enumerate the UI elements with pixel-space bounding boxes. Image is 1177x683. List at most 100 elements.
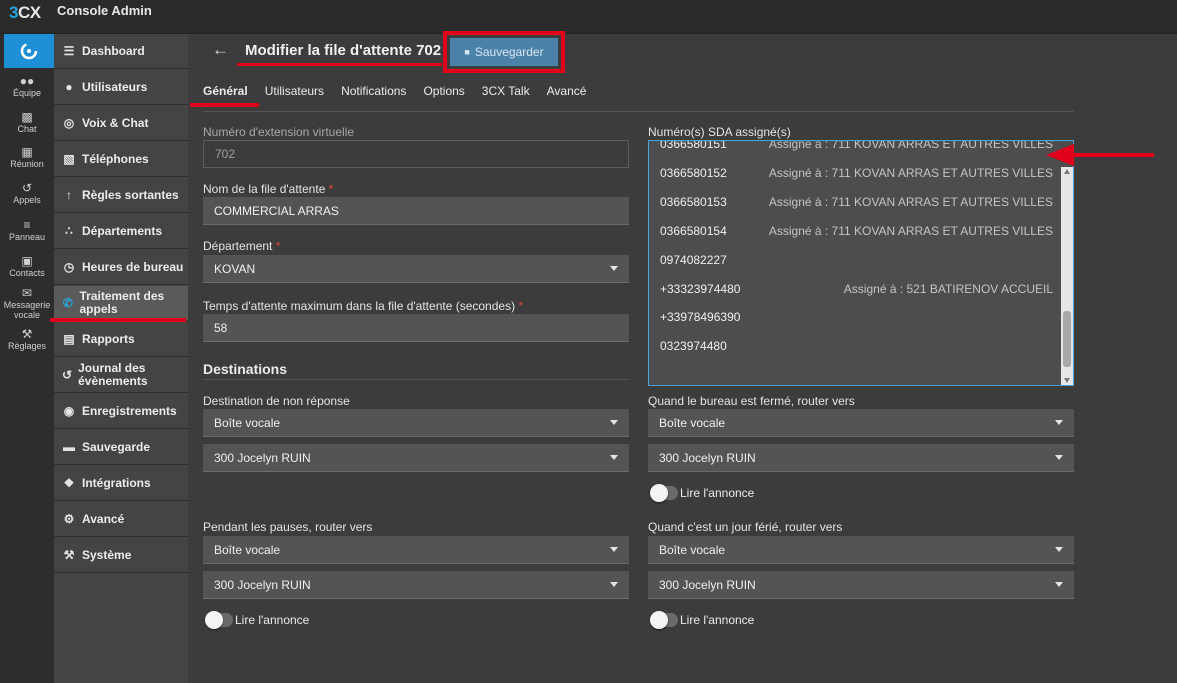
archive-icon: ▬ (63, 440, 75, 454)
department-label: Département * (203, 239, 281, 253)
phones-icon: ▧ (63, 152, 75, 166)
icon-rail: ●● Équipe ▩ Chat ▦ Réunion ↺ Appels ≡ Panneau… (0, 34, 54, 683)
panel-icon: ≡ (23, 218, 31, 232)
destinations-divider (203, 379, 629, 380)
dropdown-caret-icon (610, 455, 618, 460)
breaks-target-select[interactable]: 300 Jocelyn RUIN (203, 571, 629, 599)
rail-item-settings[interactable]: ⚒ Réglages (0, 327, 54, 351)
nav-item-office-hours[interactable]: ◷ Heures de bureau (54, 250, 188, 285)
closed-target-select[interactable]: 300 Jocelyn RUIN (648, 444, 1074, 472)
rail-item-contacts[interactable]: ▣ Contacts (0, 254, 54, 278)
tab-notifications[interactable]: Notifications (341, 84, 406, 104)
nav-item-voice-chat[interactable]: ◎ Voix & Chat (54, 106, 188, 141)
3cx-swirl-icon (20, 42, 38, 60)
queue-name-input[interactable]: COMMERCIAL ARRAS (203, 197, 629, 225)
holiday-type-select[interactable]: Boîte vocale (648, 536, 1074, 564)
chat-icon: ▩ (21, 110, 33, 124)
annotation-underline-title (237, 63, 442, 66)
department-select[interactable]: KOVAN (203, 255, 629, 283)
rail-item-panel[interactable]: ≡ Panneau (0, 218, 54, 242)
nav-item-recordings[interactable]: ◉ Enregistrements (54, 394, 188, 429)
history-icon: ↺ (21, 181, 33, 195)
tab-users[interactable]: Utilisateurs (265, 84, 324, 104)
breaks-type-select[interactable]: Boîte vocale (203, 536, 629, 564)
dropdown-caret-icon (610, 582, 618, 587)
admin-nav: ☰ Dashboard ● Utilisateurs ◎ Voix & Chat ▧ T… (54, 34, 188, 683)
dropdown-caret-icon (1055, 455, 1063, 460)
dashboard-icon: ☰ (63, 44, 75, 58)
breaks-announce-label: Lire l'annonce (235, 613, 310, 627)
meeting-icon: ▦ (21, 145, 33, 159)
sda-list[interactable]: 0366580151 Assigné à : 711 KOVAN ARRAS ET… (648, 140, 1074, 386)
closed-label: Quand le bureau est fermé, router vers (648, 394, 855, 408)
voicemail-icon: ✉ (21, 286, 33, 300)
nav-item-backup[interactable]: ▬ Sauvegarde (54, 430, 188, 465)
sda-scrollbar[interactable] (1061, 167, 1073, 385)
tab-bar: Général Utilisateurs Notifications Optio… (203, 84, 603, 104)
sda-label: Numéro(s) SDA assigné(s) (648, 125, 791, 139)
wrench-icon: ⚒ (21, 327, 33, 341)
annotation-underline-nav (50, 318, 186, 322)
sda-row[interactable]: 0366580153 Assigné à : 711 KOVAN ARRAS ET… (649, 187, 1059, 216)
main-content: ← Modifier la file d'attente 702 ■ Sauveg… (188, 31, 1177, 683)
breaks-announce-toggle[interactable] (205, 611, 233, 629)
clock-icon: ◷ (63, 260, 75, 274)
closed-announce-toggle[interactable] (650, 484, 678, 502)
back-arrow-icon[interactable]: ← (212, 40, 229, 60)
max-wait-input[interactable]: 58 (203, 314, 629, 342)
holiday-target-select[interactable]: 300 Jocelyn RUIN (648, 571, 1074, 599)
nav-item-event-log[interactable]: ↺ Journal des évènements (54, 358, 188, 393)
nav-item-users[interactable]: ● Utilisateurs (54, 70, 188, 105)
tab-general[interactable]: Général (203, 84, 248, 104)
nav-item-reports[interactable]: ▤ Rapports (54, 322, 188, 357)
tab-advanced[interactable]: Avancé (547, 84, 587, 104)
3cx-logo[interactable]: 3CX (9, 3, 41, 23)
virtual-ext-label: Numéro d'extension virtuelle (203, 125, 355, 139)
scroll-thumb[interactable] (1063, 311, 1071, 367)
tab-3cx-talk[interactable]: 3CX Talk (482, 84, 530, 104)
sda-row[interactable]: 0974082227 (649, 245, 1059, 274)
max-wait-label: Temps d'attente maximum dans la file d'a… (203, 299, 524, 313)
scroll-down-icon[interactable] (1064, 378, 1070, 383)
save-button[interactable]: ■ Sauvegarder (450, 38, 558, 66)
phone-icon: ✆ (62, 296, 73, 310)
sda-row[interactable]: 0366580151 Assigné à : 711 KOVAN ARRAS ET… (649, 141, 1059, 158)
nav-item-departments[interactable]: ∴ Départements (54, 214, 188, 249)
closed-type-select[interactable]: Boîte vocale (648, 409, 1074, 437)
team-icon: ●● (19, 74, 35, 88)
globe-icon: ◎ (63, 116, 75, 130)
nav-item-integrations[interactable]: ❖ Intégrations (54, 466, 188, 501)
arrow-up-icon: ↑ (66, 188, 72, 202)
sda-row[interactable]: +33978496390 (649, 302, 1059, 331)
dropdown-caret-icon (610, 266, 618, 271)
nav-item-advanced[interactable]: ⚙ Avancé (54, 502, 188, 537)
nav-item-dashboard[interactable]: ☰ Dashboard (54, 34, 188, 69)
nav-item-call-handling[interactable]: ✆ Traitement des appels (54, 286, 188, 321)
departments-icon: ∴ (65, 224, 73, 238)
rail-item-meeting[interactable]: ▦ Réunion (0, 145, 54, 169)
sda-row[interactable]: 0323974480 (649, 331, 1059, 360)
rail-item-chat[interactable]: ▩ Chat (0, 110, 54, 134)
rail-home-button[interactable] (4, 34, 54, 68)
dropdown-caret-icon (1055, 582, 1063, 587)
tab-options[interactable]: Options (423, 84, 464, 104)
reports-icon: ▤ (63, 332, 75, 346)
sda-row[interactable]: 0366580152 Assigné à : 711 KOVAN ARRAS ET… (649, 158, 1059, 187)
sda-row[interactable]: 0366580154 Assigné à : 711 KOVAN ARRAS ET… (649, 216, 1059, 245)
dropdown-caret-icon (1055, 420, 1063, 425)
rail-item-calls[interactable]: ↺ Appels (0, 181, 54, 205)
rail-item-team[interactable]: ●● Équipe (0, 74, 54, 98)
sda-row[interactable]: +33323974480 Assigné à : 521 BATIRENOV AC… (649, 274, 1059, 303)
queue-name-label: Nom de la file d'attente * (203, 182, 334, 196)
rail-item-voicemail[interactable]: ✉ Messagerie vocale (0, 286, 54, 320)
contacts-icon: ▣ (21, 254, 33, 268)
holiday-announce-toggle[interactable] (650, 611, 678, 629)
nav-item-outbound-rules[interactable]: ↑ Règles sortantes (54, 178, 188, 213)
no-answer-target-select[interactable]: 300 Jocelyn RUIN (203, 444, 629, 472)
no-answer-type-select[interactable]: Boîte vocale (203, 409, 629, 437)
scroll-up-icon[interactable] (1064, 169, 1070, 174)
annotation-arrow-head (1046, 144, 1074, 166)
destinations-heading: Destinations (203, 361, 288, 377)
nav-item-phones[interactable]: ▧ Téléphones (54, 142, 188, 177)
nav-item-system[interactable]: ⚒ Système (54, 538, 188, 573)
